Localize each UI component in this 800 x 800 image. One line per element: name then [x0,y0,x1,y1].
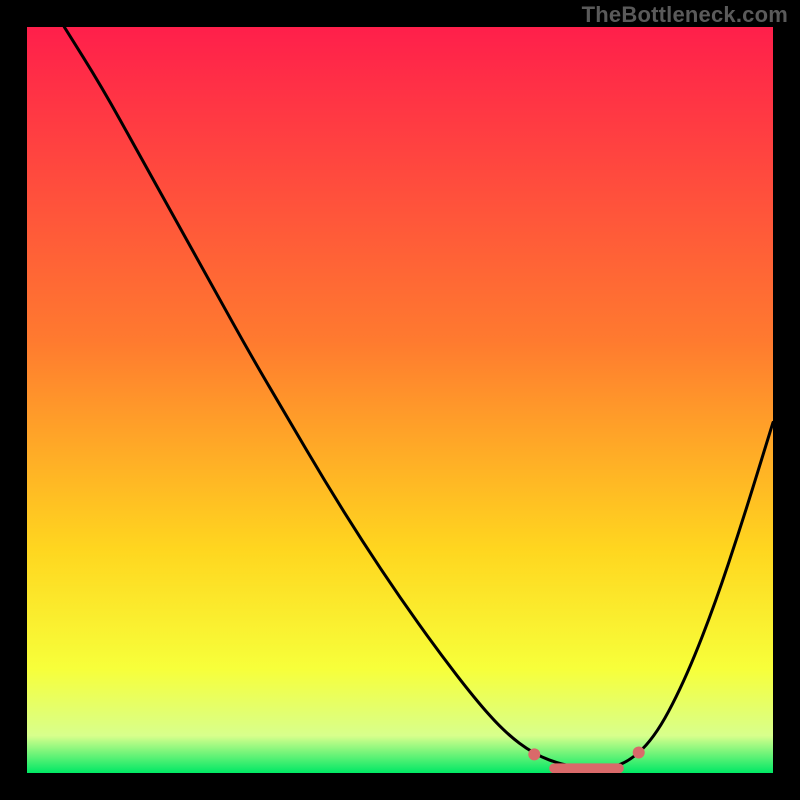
plot-area [27,27,773,773]
optimal-end-dot-1 [633,746,645,758]
gradient-background [27,27,773,773]
bottleneck-svg [27,27,773,773]
optimal-capsule [549,763,624,773]
watermark-text: TheBottleneck.com [582,2,788,28]
optimal-end-dot-0 [528,748,540,760]
chart-frame: TheBottleneck.com [0,0,800,800]
